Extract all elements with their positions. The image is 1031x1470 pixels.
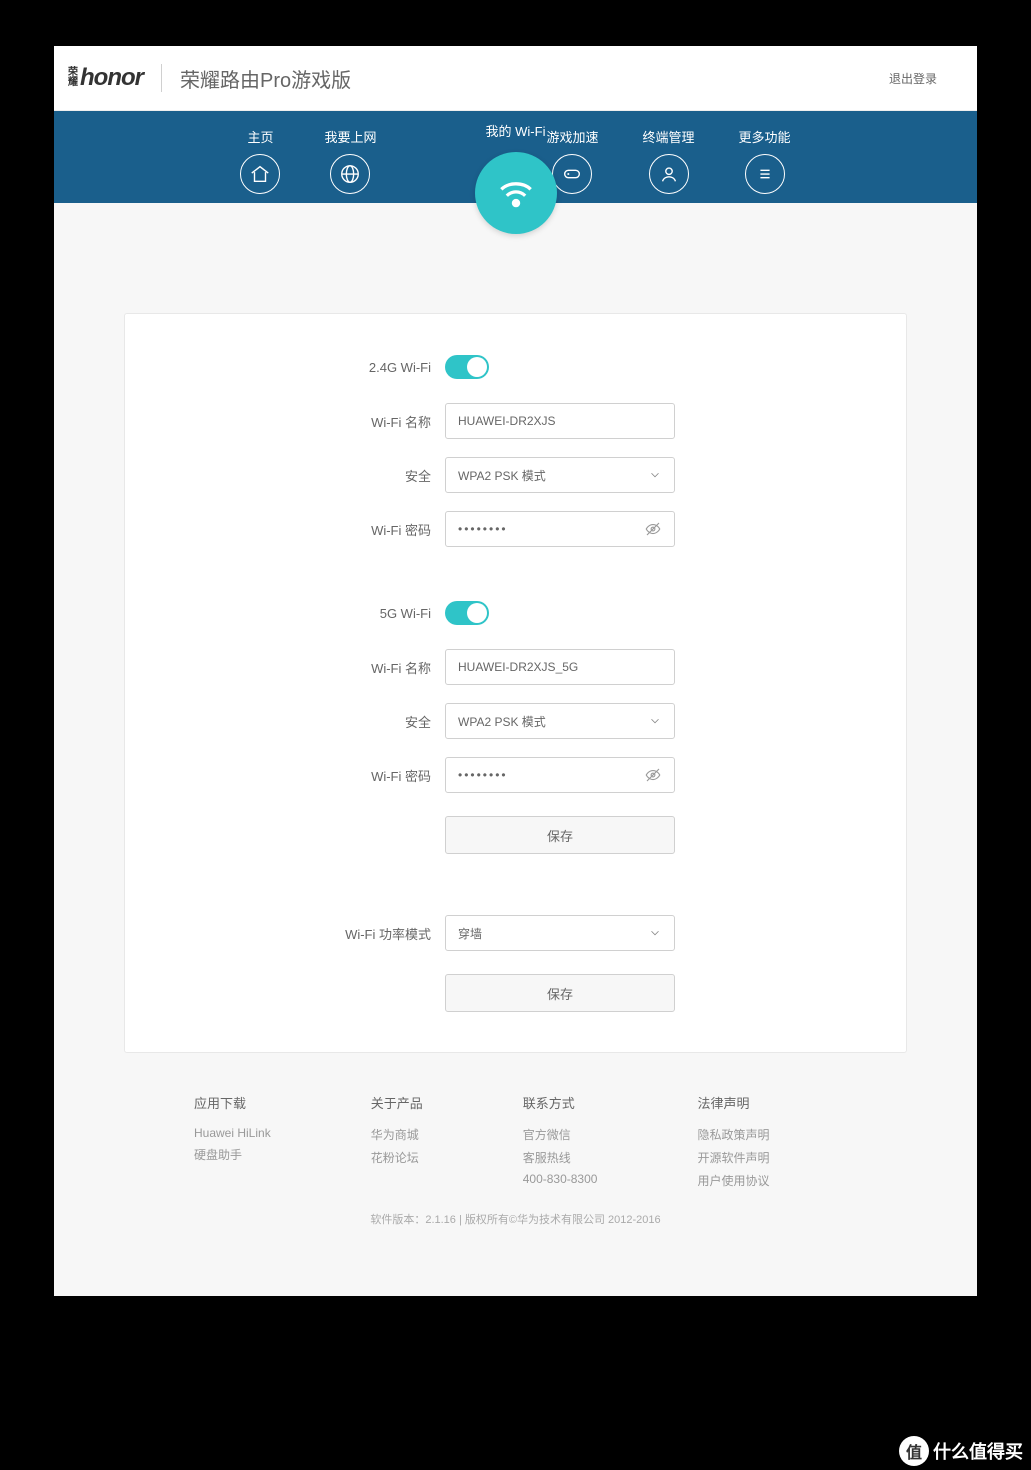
wifi24-pwd-label: Wi-Fi 密码 bbox=[125, 520, 445, 539]
chevron-down-icon bbox=[648, 714, 662, 728]
wifi24-pwd-input[interactable]: •••••••• bbox=[445, 511, 675, 547]
footer-head-about: 关于产品 bbox=[371, 1093, 423, 1112]
main-nav: 主页 我要上网 游戏加速 终端管理 更多功能 bbox=[54, 111, 977, 203]
watermark: 值 什么值得买 bbox=[899, 1436, 1023, 1466]
eye-hide-icon[interactable] bbox=[644, 766, 662, 784]
wifi5-toggle[interactable] bbox=[445, 601, 489, 625]
footer-link-privacy[interactable]: 隐私政策声明 bbox=[697, 1126, 769, 1143]
nav-home[interactable]: 主页 bbox=[240, 127, 280, 194]
chevron-down-icon bbox=[648, 468, 662, 482]
wifi24-toggle[interactable] bbox=[445, 355, 489, 379]
watermark-badge-icon: 值 bbox=[899, 1436, 929, 1466]
nav-internet[interactable]: 我要上网 bbox=[324, 127, 376, 194]
footer-head-downloads: 应用下载 bbox=[194, 1093, 271, 1112]
product-name: 荣耀路由Pro游戏版 bbox=[180, 64, 351, 93]
wifi5-security-select[interactable]: WPA2 PSK 模式 bbox=[445, 703, 675, 739]
wifi-icon bbox=[475, 152, 557, 234]
save-power-button[interactable]: 保存 bbox=[445, 974, 675, 1012]
menu-icon bbox=[745, 154, 785, 194]
wifi5-security-label: 安全 bbox=[125, 712, 445, 731]
save-wifi-button[interactable]: 保存 bbox=[445, 816, 675, 854]
wifi5-name-input[interactable]: HUAWEI-DR2XJS_5G bbox=[445, 649, 675, 685]
footer-head-contact: 联系方式 bbox=[523, 1093, 598, 1112]
footer-link-mall[interactable]: 华为商城 bbox=[371, 1126, 423, 1143]
footer-phone: 400-830-8300 bbox=[523, 1172, 598, 1186]
footer-link-oss[interactable]: 开源软件声明 bbox=[697, 1149, 769, 1166]
divider bbox=[161, 64, 162, 92]
footer-link-hilink[interactable]: Huawei HiLink bbox=[194, 1126, 271, 1140]
logo-cn: 荣耀 bbox=[68, 68, 78, 88]
footer-link-hotline[interactable]: 客服热线 bbox=[523, 1149, 598, 1166]
main-content: 2.4G Wi-Fi Wi-Fi 名称 HUAWEI-DR2XJS 安全 WPA… bbox=[54, 203, 977, 1053]
power-mode-select[interactable]: 穿墙 bbox=[445, 915, 675, 951]
wifi24-security-select[interactable]: WPA2 PSK 模式 bbox=[445, 457, 675, 493]
nav-more[interactable]: 更多功能 bbox=[739, 127, 791, 194]
nav-devices[interactable]: 终端管理 bbox=[643, 127, 695, 194]
footer-link-disk[interactable]: 硬盘助手 bbox=[194, 1146, 271, 1163]
wifi5-pwd-input[interactable]: •••••••• bbox=[445, 757, 675, 793]
gamepad-icon bbox=[552, 154, 592, 194]
brand-logo: 荣耀 honor bbox=[68, 64, 143, 92]
footer: 应用下载 Huawei HiLink 硬盘助手 关于产品 华为商城 花粉论坛 联… bbox=[54, 1053, 977, 1205]
wifi24-name-label: Wi-Fi 名称 bbox=[125, 412, 445, 431]
wifi5-pwd-label: Wi-Fi 密码 bbox=[125, 766, 445, 785]
globe-icon bbox=[330, 154, 370, 194]
logout-link[interactable]: 退出登录 bbox=[889, 70, 937, 87]
footer-link-tos[interactable]: 用户使用协议 bbox=[697, 1172, 769, 1189]
footer-link-forum[interactable]: 花粉论坛 bbox=[371, 1149, 423, 1166]
app-window: 荣耀 honor 荣耀路由Pro游戏版 退出登录 主页 我要上网 游戏加速 bbox=[54, 46, 977, 1296]
eye-hide-icon[interactable] bbox=[644, 520, 662, 538]
home-icon bbox=[240, 154, 280, 194]
wifi24-security-label: 安全 bbox=[125, 466, 445, 485]
power-mode-label: Wi-Fi 功率模式 bbox=[125, 924, 445, 943]
user-icon bbox=[649, 154, 689, 194]
logo-honor: honor bbox=[80, 64, 143, 92]
chevron-down-icon bbox=[648, 926, 662, 940]
wifi5-toggle-label: 5G Wi-Fi bbox=[125, 606, 445, 621]
copyright: 软件版本：2.1.16 | 版权所有©华为技术有限公司 2012-2016 bbox=[54, 1205, 977, 1233]
nav-wifi-active[interactable]: 我的 Wi-Fi bbox=[475, 121, 557, 234]
footer-link-wechat[interactable]: 官方微信 bbox=[523, 1126, 598, 1143]
wifi5-name-label: Wi-Fi 名称 bbox=[125, 658, 445, 677]
wifi24-toggle-label: 2.4G Wi-Fi bbox=[125, 360, 445, 375]
header-bar: 荣耀 honor 荣耀路由Pro游戏版 退出登录 bbox=[54, 46, 977, 111]
settings-card: 2.4G Wi-Fi Wi-Fi 名称 HUAWEI-DR2XJS 安全 WPA… bbox=[124, 313, 907, 1053]
footer-head-legal: 法律声明 bbox=[697, 1093, 769, 1112]
wifi24-name-input[interactable]: HUAWEI-DR2XJS bbox=[445, 403, 675, 439]
